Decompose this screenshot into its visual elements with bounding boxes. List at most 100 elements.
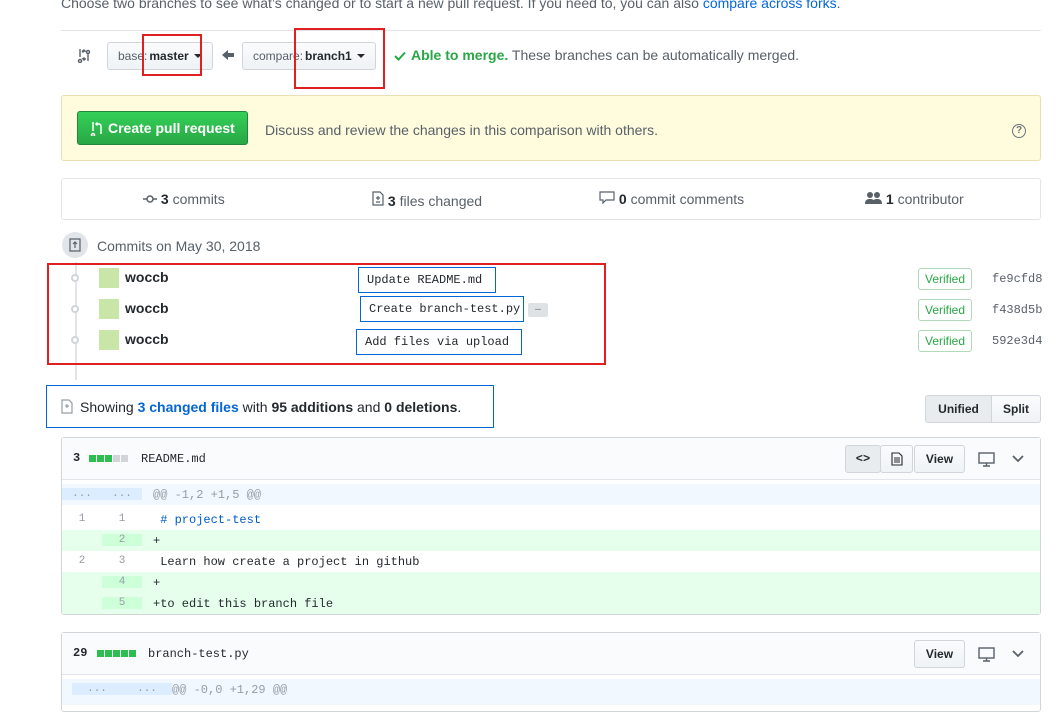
chevron-down-icon[interactable] [1012,455,1024,463]
showing-label: Showing [80,398,134,415]
diffstat-block [105,455,112,462]
commits-count: 3 [160,191,169,207]
check-icon [394,51,406,61]
commit-comments-link[interactable]: 0 commit comments [599,191,744,207]
and-label: and [357,398,381,415]
expand-commit-message-button[interactable]: … [528,303,548,317]
new-line-number[interactable]: 3 [102,555,142,567]
file-name-link[interactable]: README.md [141,452,206,466]
hunk-header: @@ -1,2 +1,5 @@ [153,488,262,502]
file-change-count: 29 [73,646,88,660]
files-changed-link[interactable]: 3 files changed [372,191,482,209]
old-line-number[interactable]: ... [62,488,102,500]
commit-author[interactable]: woccb [125,269,169,285]
banner-text: Discuss and review the changes in this c… [265,122,658,138]
commit-author[interactable]: woccb [125,300,169,316]
create-pull-request-label: Create pull request [108,120,235,136]
compare-branch-name: branch1 [305,49,352,63]
commits-count-link[interactable]: 3 commits [143,191,225,207]
desktop-icon[interactable] [978,647,995,662]
diff-summary-bar: Showing 3 changed files with 95 addition… [46,385,494,428]
changed-files-link[interactable]: 3 changed files [138,399,239,415]
commit-sha[interactable]: f438d5b [992,303,1042,317]
new-line-number[interactable]: 2 [102,534,142,546]
diffstat-block [113,650,120,657]
rich-diff-button[interactable] [880,445,913,473]
commit-row: woccb Create branch-test.py … Verified f… [61,294,1042,325]
merge-status: Able to merge. These branches can be aut… [411,47,799,63]
commit-icon [143,195,157,203]
commit-sha[interactable]: fe9cfd8 [992,272,1042,286]
commit-message-link[interactable]: Add files via upload [356,329,522,355]
hunk-header: @@ -0,0 +1,29 @@ [172,683,288,697]
diffstat-block [113,455,120,462]
hunk-header-line: ... ... @@ -1,2 +1,5 @@ [62,484,1040,505]
line-code: + [153,576,161,590]
new-line-number[interactable]: ... [102,488,142,500]
new-line-number[interactable]: 4 [102,576,142,588]
comments-count: 0 [618,191,627,207]
new-line-number[interactable]: 1 [102,513,142,525]
compare-forks-link[interactable]: compare across forks [703,0,837,11]
file-name-link[interactable]: branch-test.py [148,647,249,661]
avatar[interactable] [99,268,119,288]
context-line: 2 3 Learn how create a project in github [62,551,1040,572]
compare-branch-select[interactable]: compare: branch1 [242,42,376,70]
files-label: files changed [399,193,483,209]
base-branch-name: master [149,49,189,63]
commit-author[interactable]: woccb [125,331,169,347]
contributors-link[interactable]: 1 contributor [865,191,964,207]
view-file-button[interactable]: View [914,640,965,668]
git-compare-icon [77,49,91,63]
commit-row: woccb Update README.md Verified fe9cfd8 [61,263,1042,294]
file-diff-branch-test: 29 branch-test.py View ... ... @@ -0,0 +… [61,632,1041,712]
verified-badge[interactable]: Verified [918,268,973,290]
unified-view-button[interactable]: Unified [925,395,992,423]
new-line-number[interactable]: 5 [102,597,142,609]
file-diff-icon [61,399,73,414]
diffstat-block [121,455,128,462]
contributors-count: 1 [885,191,894,207]
view-file-button[interactable]: View [914,445,965,473]
context-line: 1 1 # project-test [62,509,1040,530]
commits-date-heading: Commits on May 30, 2018 [97,238,261,254]
desktop-icon[interactable] [978,452,995,467]
compare-prefix: compare: [253,49,304,63]
diffstat-block [105,650,112,657]
merge-status-label: Able to merge. [411,47,509,63]
diffstat-block [97,650,104,657]
base-branch-select[interactable]: base: master [107,42,213,70]
file-header: 29 branch-test.py View [62,633,1040,675]
verified-badge[interactable]: Verified [918,330,973,352]
old-line-number[interactable]: 1 [62,513,102,525]
old-line-number[interactable]: 2 [62,555,102,567]
files-count: 3 [387,193,396,209]
create-pull-request-button[interactable]: Create pull request [77,111,248,145]
diffstat-block [89,455,96,462]
additions-count: 95 additions [271,398,354,415]
new-line-number[interactable]: ... [122,683,172,695]
avatar[interactable] [99,330,119,350]
verified-badge[interactable]: Verified [918,299,973,321]
arrow-left-icon [222,50,234,60]
diffstat-block [121,650,128,657]
help-icon[interactable]: ? [1012,124,1026,138]
line-code: Learn how create a project in github [153,555,420,569]
merge-status-detail: These branches can be automatically merg… [511,47,800,63]
commit-message-link[interactable]: Create branch-test.py [360,296,524,322]
intro-end: . [836,0,841,11]
avatar[interactable] [99,299,119,319]
split-view-button[interactable]: Split [991,395,1041,423]
pull-request-icon [90,121,102,136]
source-diff-button[interactable]: <> [845,445,881,473]
contributors-label: contributor [897,191,964,207]
commit-message-link[interactable]: Update README.md [358,267,496,293]
commits-group-badge [62,232,88,258]
addition-line: 4 + [62,572,1040,593]
commit-sha[interactable]: 592e3d4 [992,334,1042,348]
chevron-down-icon[interactable] [1012,650,1024,658]
commit-dot-icon [71,274,79,282]
old-line-number[interactable]: ... [72,683,122,695]
hunk-header-line: ... ... @@ -0,0 +1,29 @@ [62,679,1040,705]
comments-label: commit comments [630,191,745,207]
